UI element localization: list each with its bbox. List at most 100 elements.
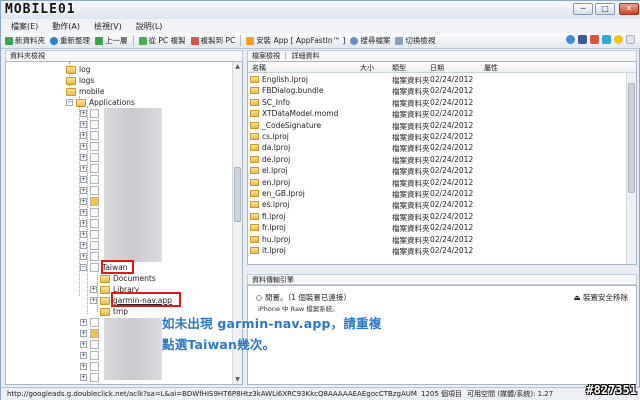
menu-file[interactable]: 檔案(E) — [11, 21, 38, 32]
column-date[interactable]: 日期 — [430, 63, 444, 73]
menu-action[interactable]: 動作(A) — [52, 21, 80, 32]
expand-toggle[interactable]: + — [80, 220, 87, 227]
column-size[interactable]: 大小 — [360, 63, 374, 73]
expand-toggle[interactable]: + — [90, 297, 97, 304]
file-view-tabs[interactable]: 檔案檢視 ｜ 詳細資料 — [247, 50, 637, 61]
scroll-down-icon[interactable]: ▼ — [234, 376, 241, 383]
switch-view-button[interactable]: 切換檢視 — [395, 35, 435, 46]
close-button[interactable]: ✕ — [619, 3, 639, 15]
tree-node-app[interactable]: + — [80, 350, 102, 361]
safe-remove-button[interactable]: ⏏ 裝置安全移除 — [574, 292, 628, 303]
expand-toggle[interactable]: + — [80, 352, 87, 359]
copy-from-pc-button[interactable]: 從 PC 複製 — [138, 35, 186, 46]
menu-help[interactable]: 說明(L) — [136, 21, 163, 32]
overflow-icon[interactable] — [626, 35, 635, 44]
file-row[interactable]: English.lproj 檔案資料夾 02/24/2012 — [248, 74, 628, 85]
globe-icon[interactable] — [566, 35, 575, 44]
expand-toggle[interactable]: + — [80, 319, 87, 326]
expand-toggle[interactable]: + — [80, 341, 87, 348]
tree-node-mobile[interactable]: mobile — [66, 86, 104, 97]
expand-toggle[interactable]: + — [80, 165, 87, 172]
scroll-up-icon[interactable]: ▲ — [234, 63, 241, 70]
tree-node-app[interactable]: + — [80, 328, 102, 339]
menu-view[interactable]: 檢視(V) — [94, 21, 122, 32]
file-row[interactable]: fr.lproj 檔案資料夾 02/24/2012 — [248, 222, 628, 233]
tree-node-applications[interactable]: − Applications — [66, 97, 135, 108]
file-row[interactable]: fi.lproj 檔案資料夾 02/24/2012 — [248, 211, 628, 222]
file-list-scrollbar[interactable] — [626, 73, 636, 264]
column-attr[interactable]: 屬性 — [484, 63, 498, 73]
copy-to-pc-button[interactable]: 複製到 PC — [190, 35, 235, 46]
tree-node-app[interactable]: + — [80, 229, 102, 240]
plurk-icon[interactable] — [590, 35, 599, 44]
tree-node-tmp[interactable]: tmp — [100, 306, 128, 317]
install-app-button[interactable]: 安裝 App [ AppFastIn™ ] — [246, 35, 345, 46]
expand-toggle[interactable]: + — [80, 330, 87, 337]
file-row[interactable]: cs.lproj 檔案資料夾 02/24/2012 — [248, 131, 628, 142]
tree-node-app[interactable]: + — [80, 317, 102, 328]
tree-node-app[interactable]: + — [80, 185, 102, 196]
refresh-button[interactable]: 重新整理 — [50, 35, 90, 46]
expand-toggle[interactable]: + — [80, 198, 87, 205]
expand-toggle[interactable]: + — [80, 209, 87, 216]
column-type[interactable]: 類型 — [392, 63, 406, 73]
maximize-button[interactable]: □ — [595, 3, 615, 15]
file-row[interactable]: da.lproj 檔案資料夾 02/24/2012 — [248, 142, 628, 153]
minimize-button[interactable]: ─ — [573, 3, 593, 15]
tree-node-app[interactable]: + — [80, 218, 102, 229]
new-folder-button[interactable]: 新資料夾 — [5, 35, 45, 46]
expand-toggle[interactable]: + — [80, 121, 87, 128]
file-row[interactable]: de.lproj 檔案資料夾 02/24/2012 — [248, 154, 628, 165]
tree-node-logs[interactable]: logs — [66, 75, 94, 86]
tree-node-app[interactable]: + — [80, 141, 102, 152]
tree-node-app[interactable]: + — [80, 339, 102, 350]
expand-toggle[interactable]: + — [80, 143, 87, 150]
scroll-thumb[interactable] — [234, 167, 241, 222]
file-row[interactable]: es.lproj 檔案資料夾 02/24/2012 — [248, 199, 628, 210]
file-row[interactable]: it.lproj 檔案資料夾 02/24/2012 — [248, 245, 628, 256]
expand-toggle[interactable]: + — [80, 187, 87, 194]
file-row[interactable]: _CodeSignature 檔案資料夾 02/24/2012 — [248, 120, 628, 131]
tree-node-log[interactable]: log — [66, 64, 90, 75]
twitter-icon[interactable] — [602, 35, 611, 44]
expand-toggle[interactable]: + — [80, 363, 87, 370]
tree-node-app[interactable]: + — [80, 130, 102, 141]
file-row[interactable]: FBDialog.bundle 檔案資料夾 02/24/2012 — [248, 85, 628, 96]
file-row[interactable]: el.lproj 檔案資料夾 02/24/2012 — [248, 165, 628, 176]
file-row[interactable]: en.lproj 檔案資料夾 02/24/2012 — [248, 177, 628, 188]
file-date: 02/24/2012 — [430, 177, 474, 187]
expand-toggle[interactable]: + — [80, 374, 87, 381]
tree-node-app[interactable]: + — [80, 163, 102, 174]
expand-toggle[interactable]: + — [80, 253, 87, 260]
tree-node-app[interactable]: + — [80, 196, 102, 207]
expand-toggle[interactable]: + — [80, 176, 87, 183]
file-row[interactable]: hu.lproj 檔案資料夾 02/24/2012 — [248, 234, 628, 245]
expand-toggle[interactable]: + — [80, 231, 87, 238]
tree-node-app[interactable]: + — [80, 361, 102, 372]
tree-node-app[interactable]: + — [80, 152, 102, 163]
tree-node-app[interactable]: + — [80, 108, 102, 119]
expand-toggle[interactable]: + — [80, 132, 87, 139]
tree-node-documents[interactable]: Documents — [100, 273, 156, 284]
tree-node-app[interactable]: + — [80, 207, 102, 218]
tree-node-app[interactable]: + — [80, 240, 102, 251]
up-button[interactable]: 上一層 — [95, 35, 128, 46]
tree-node-app[interactable]: + — [80, 251, 102, 262]
collapse-toggle[interactable]: − — [66, 99, 73, 106]
tree-node-app[interactable]: + — [80, 119, 102, 130]
expand-toggle[interactable]: + — [80, 110, 87, 117]
tree-node-app[interactable]: + — [80, 372, 102, 383]
expand-toggle[interactable]: + — [80, 154, 87, 161]
facebook-icon[interactable] — [578, 35, 587, 44]
file-row[interactable]: en_GB.lproj 檔案資料夾 02/24/2012 — [248, 188, 628, 199]
tree-node-app[interactable]: + — [80, 174, 102, 185]
column-name[interactable]: 名稱 — [252, 63, 266, 73]
expand-toggle[interactable]: + — [90, 286, 97, 293]
file-row[interactable]: SC_Info 檔案資料夾 02/24/2012 — [248, 97, 628, 108]
scroll-thumb[interactable] — [628, 83, 635, 193]
expand-toggle[interactable]: + — [80, 242, 87, 249]
smiley-icon[interactable] — [614, 35, 623, 44]
file-row[interactable]: XTDataModel.momd 檔案資料夾 02/24/2012 — [248, 108, 628, 119]
collapse-toggle[interactable]: − — [80, 264, 87, 271]
search-files-button[interactable]: 搜尋檔案 — [350, 35, 390, 46]
